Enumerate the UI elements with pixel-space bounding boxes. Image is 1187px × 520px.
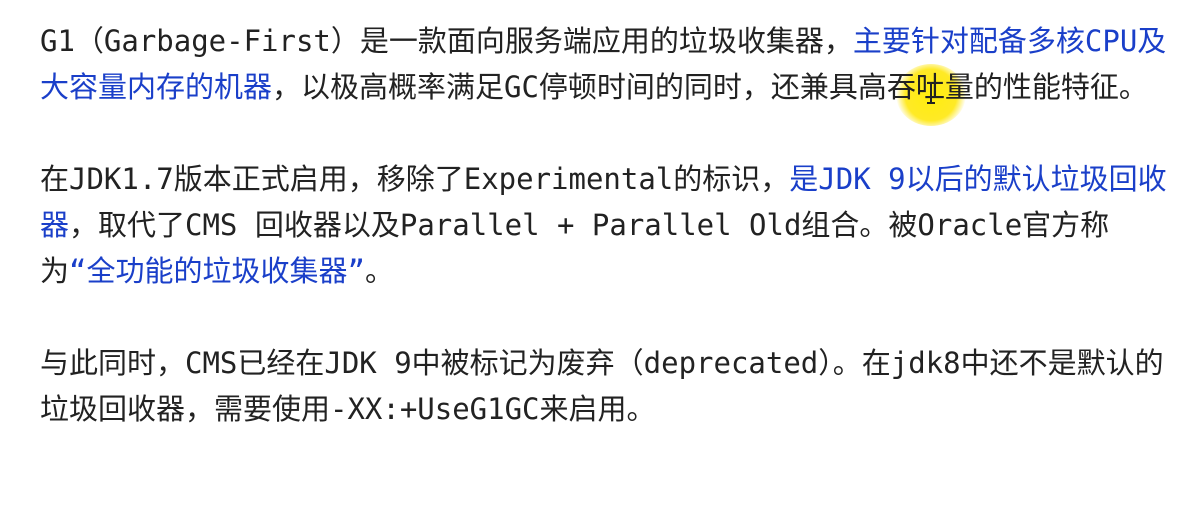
text-segment: 在JDK1.7版本正式启用，移除了Experimental的标识， [40, 162, 790, 196]
paragraph-cms-deprecation: 与此同时，CMS已经在JDK 9中被标记为废弃（deprecated）。在jdk… [40, 340, 1175, 432]
text-segment: G1（Garbage-First）是一款面向服务端应用的垃圾收集器， [40, 24, 853, 58]
paragraph-jdk-history: 在JDK1.7版本正式启用，移除了Experimental的标识，是JDK 9以… [40, 156, 1175, 294]
text-segment: ，以极高概率满足GC停顿时间的同时，还兼具高吞吐量的性能特征。 [272, 70, 1148, 104]
paragraph-g1-intro: G1（Garbage-First）是一款面向服务端应用的垃圾收集器，主要针对配备… [40, 18, 1175, 110]
text-segment: 。 [364, 254, 394, 288]
highlighted-text: “全功能的垃圾收集器” [69, 254, 365, 288]
document-body: G1（Garbage-First）是一款面向服务端应用的垃圾收集器，主要针对配备… [40, 18, 1175, 432]
text-segment: 与此同时，CMS已经在JDK 9中被标记为废弃（deprecated）。在jdk… [40, 346, 1164, 426]
text-cursor-icon [927, 82, 935, 104]
